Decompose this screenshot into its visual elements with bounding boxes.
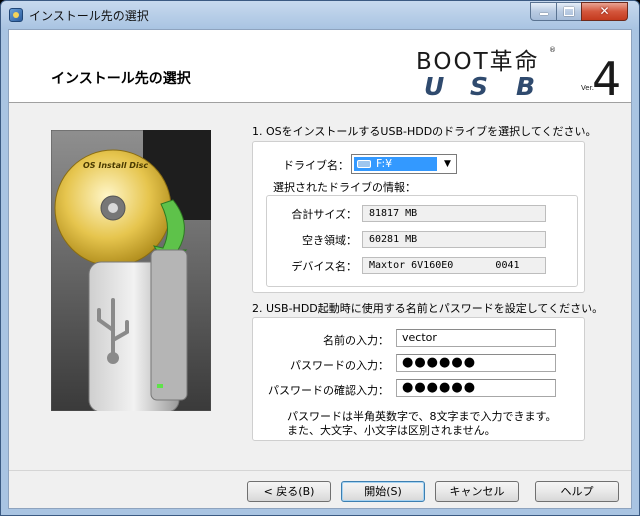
page-title: インストール先の選択 [51, 71, 191, 87]
window-title: インストール先の選択 [29, 9, 149, 23]
device-name-field: Maxtor 6V160E0 0041 [362, 257, 546, 274]
drive-info-label: 選択されたドライブの情報： [273, 181, 416, 194]
password-note: パスワードは半角英数字で、8文字まで入力できます。 また、大文字、小文字は区別さ… [287, 410, 557, 437]
logo-boot: BOOT革命 [416, 49, 540, 75]
app-icon [9, 8, 23, 22]
total-size-label: 合計サイズ： [291, 208, 357, 221]
drive-info-group: 合計サイズ： 81817 MB 空き領域： 60281 MB デバイス名： Ma… [266, 195, 578, 287]
maximize-button[interactable] [556, 2, 582, 21]
password-confirm-label: パスワードの確認入力： [268, 384, 389, 397]
password-input[interactable]: ●●●●●● [396, 354, 556, 372]
wizard-footer: < 戻る(B) 開始(S) キャンセル ヘルプ [9, 470, 631, 509]
wizard-header: インストール先の選択 BOOT革命 ® USB Ver. 4 [9, 30, 631, 106]
boot-kakumei-logo: BOOT革命 ® USB Ver. 4 [414, 42, 624, 106]
name-input[interactable]: vector [396, 329, 556, 347]
free-space-label: 空き領域： [302, 234, 357, 247]
cancel-button[interactable]: キャンセル [435, 481, 519, 502]
total-size-field: 81817 MB [362, 205, 546, 222]
logo-version-number: 4 [592, 52, 622, 106]
password-label: パスワードの入力： [290, 359, 389, 372]
drive-select[interactable]: F:¥ ▼ [351, 154, 457, 174]
logo-usb: USB [424, 72, 536, 101]
close-icon: ✕ [599, 4, 610, 18]
drive-name-label: ドライブ名： [283, 159, 349, 172]
drive-section-label: 1. OSをインストールするUSB-HDDのドライブを選択してください。 [252, 125, 597, 138]
drive-group: ドライブ名： F:¥ ▼ 選択されたドライブの情報： 合計サイズ： 81817 … [252, 141, 585, 293]
account-section-label: 2. USB-HDD起動時に使用する名前とパスワードを設定してください。 [252, 302, 604, 315]
minimize-icon [539, 13, 548, 15]
disc-label: OS Install Disc [83, 161, 148, 170]
account-group: 名前の入力： vector パスワードの入力： ●●●●●● パスワードの確認入… [252, 317, 585, 441]
close-button[interactable]: ✕ [581, 2, 628, 21]
minimize-button[interactable] [530, 2, 557, 21]
password-confirm-input[interactable]: ●●●●●● [396, 379, 556, 397]
maximize-icon [564, 7, 574, 16]
installer-window: インストール先の選択 ✕ インストール先の選択 BOOT革命 ® USB Ver… [0, 0, 640, 516]
chevron-down-icon[interactable]: ▼ [439, 155, 456, 173]
install-illustration: OS Install Disc [50, 129, 212, 413]
back-button[interactable]: < 戻る(B) [247, 481, 331, 502]
help-button[interactable]: ヘルプ [535, 481, 619, 502]
drive-icon [357, 160, 371, 168]
dialog-client: インストール先の選択 BOOT革命 ® USB Ver. 4 OS Instal… [8, 29, 632, 509]
device-name-label: デバイス名： [291, 260, 357, 273]
title-bar[interactable]: インストール先の選択 ✕ [1, 1, 639, 29]
free-space-field: 60281 MB [362, 231, 546, 248]
drive-select-value: F:¥ [354, 157, 437, 171]
start-button[interactable]: 開始(S) [341, 481, 425, 502]
logo-registered: ® [549, 46, 556, 54]
name-label: 名前の入力： [323, 334, 389, 347]
